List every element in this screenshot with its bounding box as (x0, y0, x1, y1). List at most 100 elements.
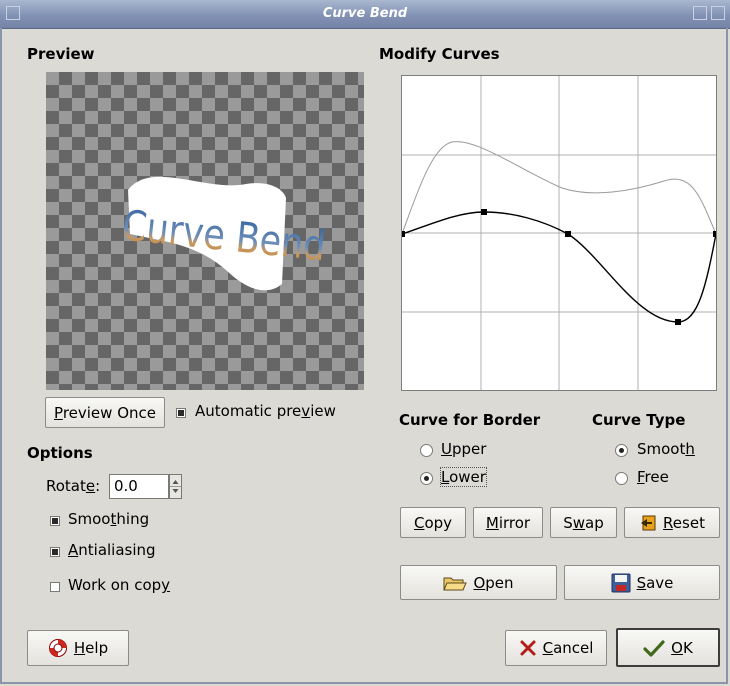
control-point[interactable] (565, 231, 571, 237)
swap-pre: S (563, 513, 573, 532)
reset-mnemonic: R (663, 513, 673, 532)
mirror-mnemonic: M (485, 513, 499, 532)
smooth-label[interactable]: Smooth (637, 440, 695, 458)
mirror-button[interactable]: Mirror (473, 507, 543, 538)
ok-button[interactable]: OK (616, 628, 720, 667)
help-label: Help (74, 639, 108, 657)
reset-button[interactable]: Reset (624, 507, 720, 538)
preview-once-button[interactable]: Preview Once (45, 397, 165, 428)
preview-heading: Preview (27, 45, 95, 63)
help-button[interactable]: Help (27, 630, 129, 666)
free-radio[interactable] (615, 472, 628, 485)
work-on-copy-label[interactable]: Work on copy (68, 576, 170, 594)
mirror-rest: irror (498, 513, 531, 532)
auto-preview-post: iew (310, 402, 336, 420)
auto-preview-mnemonic: v (301, 402, 311, 420)
preview-image-text: Curve Bend (120, 201, 328, 271)
smoothing-checkbox[interactable] (50, 516, 60, 526)
cancel-x-icon (520, 640, 536, 656)
curve-for-border-heading: Curve for Border (399, 411, 541, 429)
open-label: Open (473, 574, 513, 592)
rotate-pre: Rotat (46, 477, 86, 495)
modify-curves-heading: Modify Curves (379, 45, 500, 63)
window-title: Curve Bend (322, 6, 408, 21)
swap-post: ap (585, 513, 604, 532)
preview-canvas: Curve Bend (46, 72, 364, 390)
free-rest: ree (644, 468, 669, 486)
free-label[interactable]: Free (637, 468, 669, 486)
copy-rest: opy (424, 513, 453, 532)
cancel-mnemonic: C (542, 639, 554, 657)
smooth-mnemonic: h (685, 440, 695, 458)
control-point[interactable] (713, 231, 716, 237)
lower-radio[interactable] (420, 472, 433, 485)
lower-mnemonic: L (441, 468, 450, 486)
rotate-post: : (95, 477, 101, 495)
save-mnemonic: S (636, 573, 647, 592)
folder-open-icon (443, 577, 468, 590)
lower-label[interactable]: Lower (440, 467, 487, 487)
automatic-preview-checkbox[interactable] (176, 408, 186, 418)
copy-label: Copy (414, 514, 452, 532)
auto-preview-pre: Automatic pre (195, 402, 302, 420)
cancel-label: Cancel (543, 639, 594, 657)
spin-down-icon[interactable] (172, 489, 179, 493)
open-rest: pen (485, 573, 514, 592)
antialiasing-mnemonic: A (68, 541, 79, 559)
preview-once-label: Preview Once (54, 404, 156, 422)
curve-canvas[interactable] (402, 76, 716, 390)
swap-label: Swap (563, 514, 604, 532)
control-point[interactable] (481, 209, 487, 215)
copy-mnemonic: C (413, 513, 425, 532)
ok-label: OK (671, 639, 693, 657)
preview-once-mnemonic: P (54, 403, 63, 422)
antialiasing-checkbox[interactable] (50, 547, 60, 557)
upper-mnemonic: U (441, 440, 452, 458)
curve-grid (402, 76, 716, 390)
rotate-input[interactable]: 0.0 (109, 474, 169, 499)
lifebuoy-icon (48, 639, 67, 657)
swap-button[interactable]: Swap (550, 507, 617, 538)
work-on-copy-pre: Work on cop (68, 576, 162, 594)
reset-label: Reset (663, 514, 705, 532)
free-mnemonic: F (637, 468, 645, 486)
rotate-spin-buttons[interactable] (169, 474, 182, 499)
help-rest: elp (85, 639, 109, 657)
control-point[interactable] (675, 319, 681, 325)
floppy-disk-icon (611, 573, 631, 592)
options-heading: Options (27, 444, 93, 462)
rotate-mnemonic: e (85, 477, 96, 495)
work-on-copy-mnemonic: y (161, 576, 171, 594)
save-rest: ave (646, 573, 674, 592)
save-label: Save (637, 574, 674, 592)
cancel-rest: ancel (553, 639, 594, 657)
preview-once-rest: review Once (62, 403, 156, 422)
ok-rest: K (682, 638, 693, 657)
save-button[interactable]: Save (564, 565, 720, 600)
smooth-radio[interactable] (615, 444, 628, 457)
spin-up-icon[interactable] (172, 480, 179, 484)
smoothing-post: hing (116, 510, 150, 528)
upper-rest: pper (451, 440, 487, 458)
mirror-label: Mirror (486, 514, 530, 532)
curve-type-heading: Curve Type (592, 411, 686, 429)
upper-radio[interactable] (420, 444, 433, 457)
cancel-button[interactable]: Cancel (505, 630, 607, 666)
upper-label[interactable]: Upper (441, 440, 486, 458)
work-on-copy-checkbox[interactable] (50, 582, 60, 592)
swap-mnemonic: w (572, 513, 586, 532)
antialiasing-post: ntialiasing (78, 541, 156, 559)
reset-rest: eset (672, 513, 705, 532)
ok-mnemonic: O (671, 638, 683, 657)
open-button[interactable]: Open (400, 565, 557, 600)
lower-rest: ower (449, 468, 486, 486)
rotate-label: Rotate: (46, 477, 100, 495)
smoothing-label[interactable]: Smoothing (68, 510, 149, 528)
smooth-pre: Smoot (637, 440, 686, 458)
antialiasing-label[interactable]: Antialiasing (68, 541, 156, 559)
automatic-preview-label[interactable]: Automatic preview (195, 402, 336, 420)
control-point[interactable] (402, 231, 405, 237)
copy-button[interactable]: Copy (400, 507, 466, 538)
curve-editor[interactable] (401, 75, 717, 391)
preview-image: Curve Bend (120, 176, 328, 291)
